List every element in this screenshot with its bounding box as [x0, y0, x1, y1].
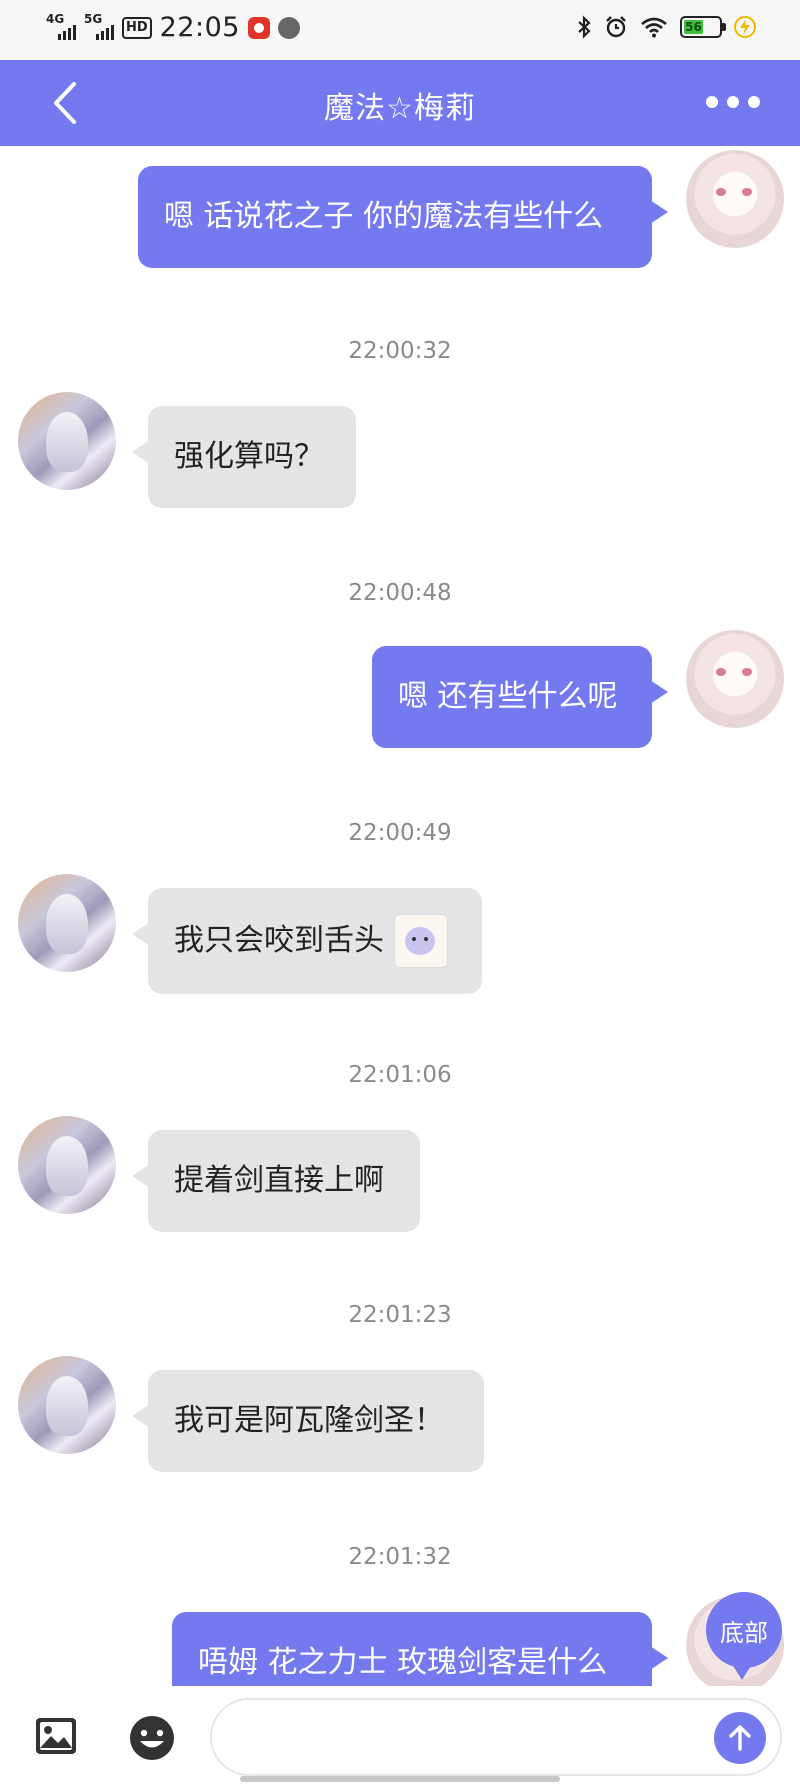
- status-bar: 4G 5G HD 22:05 56: [0, 0, 800, 60]
- more-options-icon[interactable]: [706, 88, 760, 116]
- signal-4g-icon: 4G: [46, 12, 76, 40]
- message-bubble[interactable]: 提着剑直接上啊: [132, 1130, 420, 1232]
- contact-avatar[interactable]: [18, 392, 116, 490]
- chat-header: 魔法☆梅莉: [0, 60, 800, 146]
- audio-notification-icon: [277, 16, 300, 39]
- message-timestamp: 22:00:49: [348, 820, 452, 846]
- message-text: 提着剑直接上啊: [174, 1163, 384, 1198]
- message-bubble[interactable]: 我可是阿瓦隆剑圣！: [132, 1370, 484, 1472]
- signal-5g-icon: 5G: [84, 12, 114, 40]
- message-bubble[interactable]: 嗯 话说花之子 你的魔法有些什么: [138, 166, 668, 268]
- message-timestamp: 22:01:32: [348, 1544, 452, 1570]
- message-timestamp: 22:00:32: [348, 338, 452, 364]
- image-icon[interactable]: [34, 1716, 78, 1756]
- bluetooth-icon: [578, 15, 591, 39]
- message-input[interactable]: [210, 1698, 782, 1776]
- message-bubble[interactable]: 嗯 还有些什么呢: [372, 646, 668, 748]
- message-outgoing: 唔姆 花之力士 玫瑰剑客是什么: [0, 1592, 800, 1686]
- scroll-to-bottom-button[interactable]: 底部: [706, 1592, 782, 1680]
- scroll-to-bottom-label: 底部: [720, 1618, 768, 1647]
- message-timestamp: 22:00:48: [348, 580, 452, 606]
- message-incoming: 提着剑直接上啊: [0, 1116, 800, 1232]
- app-notification-icon: [247, 16, 270, 39]
- message-text: 强化算吗？: [174, 439, 324, 474]
- contact-avatar[interactable]: [18, 874, 116, 972]
- battery-icon: 56: [680, 16, 726, 38]
- battery-level: 56: [685, 20, 702, 34]
- arrow-up-icon: [729, 1725, 751, 1751]
- message-incoming: 强化算吗？: [0, 392, 800, 508]
- hd-voice-icon: HD: [122, 16, 152, 39]
- my-avatar[interactable]: [686, 150, 784, 248]
- message-text: 嗯 还有些什么呢: [398, 679, 618, 714]
- sticker-emoji-icon[interactable]: [394, 914, 448, 968]
- message-timestamp: 22:01:23: [348, 1302, 452, 1328]
- message-text: 唔姆 花之力士 玫瑰剑客是什么: [198, 1645, 608, 1680]
- charging-icon: [734, 16, 756, 38]
- message-outgoing: 嗯 话说花之子 你的魔法有些什么: [0, 146, 800, 268]
- message-text: 我可是阿瓦隆剑圣！: [174, 1403, 444, 1438]
- status-time: 22:05: [159, 12, 240, 43]
- message-timestamp: 22:01:06: [348, 1062, 452, 1088]
- send-button[interactable]: [714, 1712, 766, 1764]
- my-avatar[interactable]: [686, 630, 784, 728]
- contact-avatar[interactable]: [18, 1356, 116, 1454]
- input-bar: [0, 1686, 800, 1784]
- message-text: 嗯 话说花之子 你的魔法有些什么: [164, 199, 604, 234]
- message-incoming: 我可是阿瓦隆剑圣！: [0, 1356, 800, 1472]
- wifi-icon: [641, 17, 667, 38]
- contact-avatar[interactable]: [18, 1116, 116, 1214]
- message-bubble[interactable]: 我只会咬到舌头: [132, 888, 482, 994]
- message-list[interactable]: 嗯 话说花之子 你的魔法有些什么 22:00:32 强化算吗？ 22:00:48…: [0, 146, 800, 1686]
- message-outgoing: 嗯 还有些什么呢: [0, 626, 800, 748]
- message-text: 我只会咬到舌头: [174, 923, 384, 958]
- alarm-icon: [606, 16, 626, 38]
- chat-title: 魔法☆梅莉: [324, 91, 476, 126]
- message-incoming: 我只会咬到舌头: [0, 874, 800, 994]
- message-bubble[interactable]: 强化算吗？: [132, 406, 356, 508]
- home-indicator: [240, 1776, 560, 1782]
- message-bubble[interactable]: 唔姆 花之力士 玫瑰剑客是什么: [172, 1612, 668, 1686]
- emoji-icon[interactable]: [128, 1714, 176, 1762]
